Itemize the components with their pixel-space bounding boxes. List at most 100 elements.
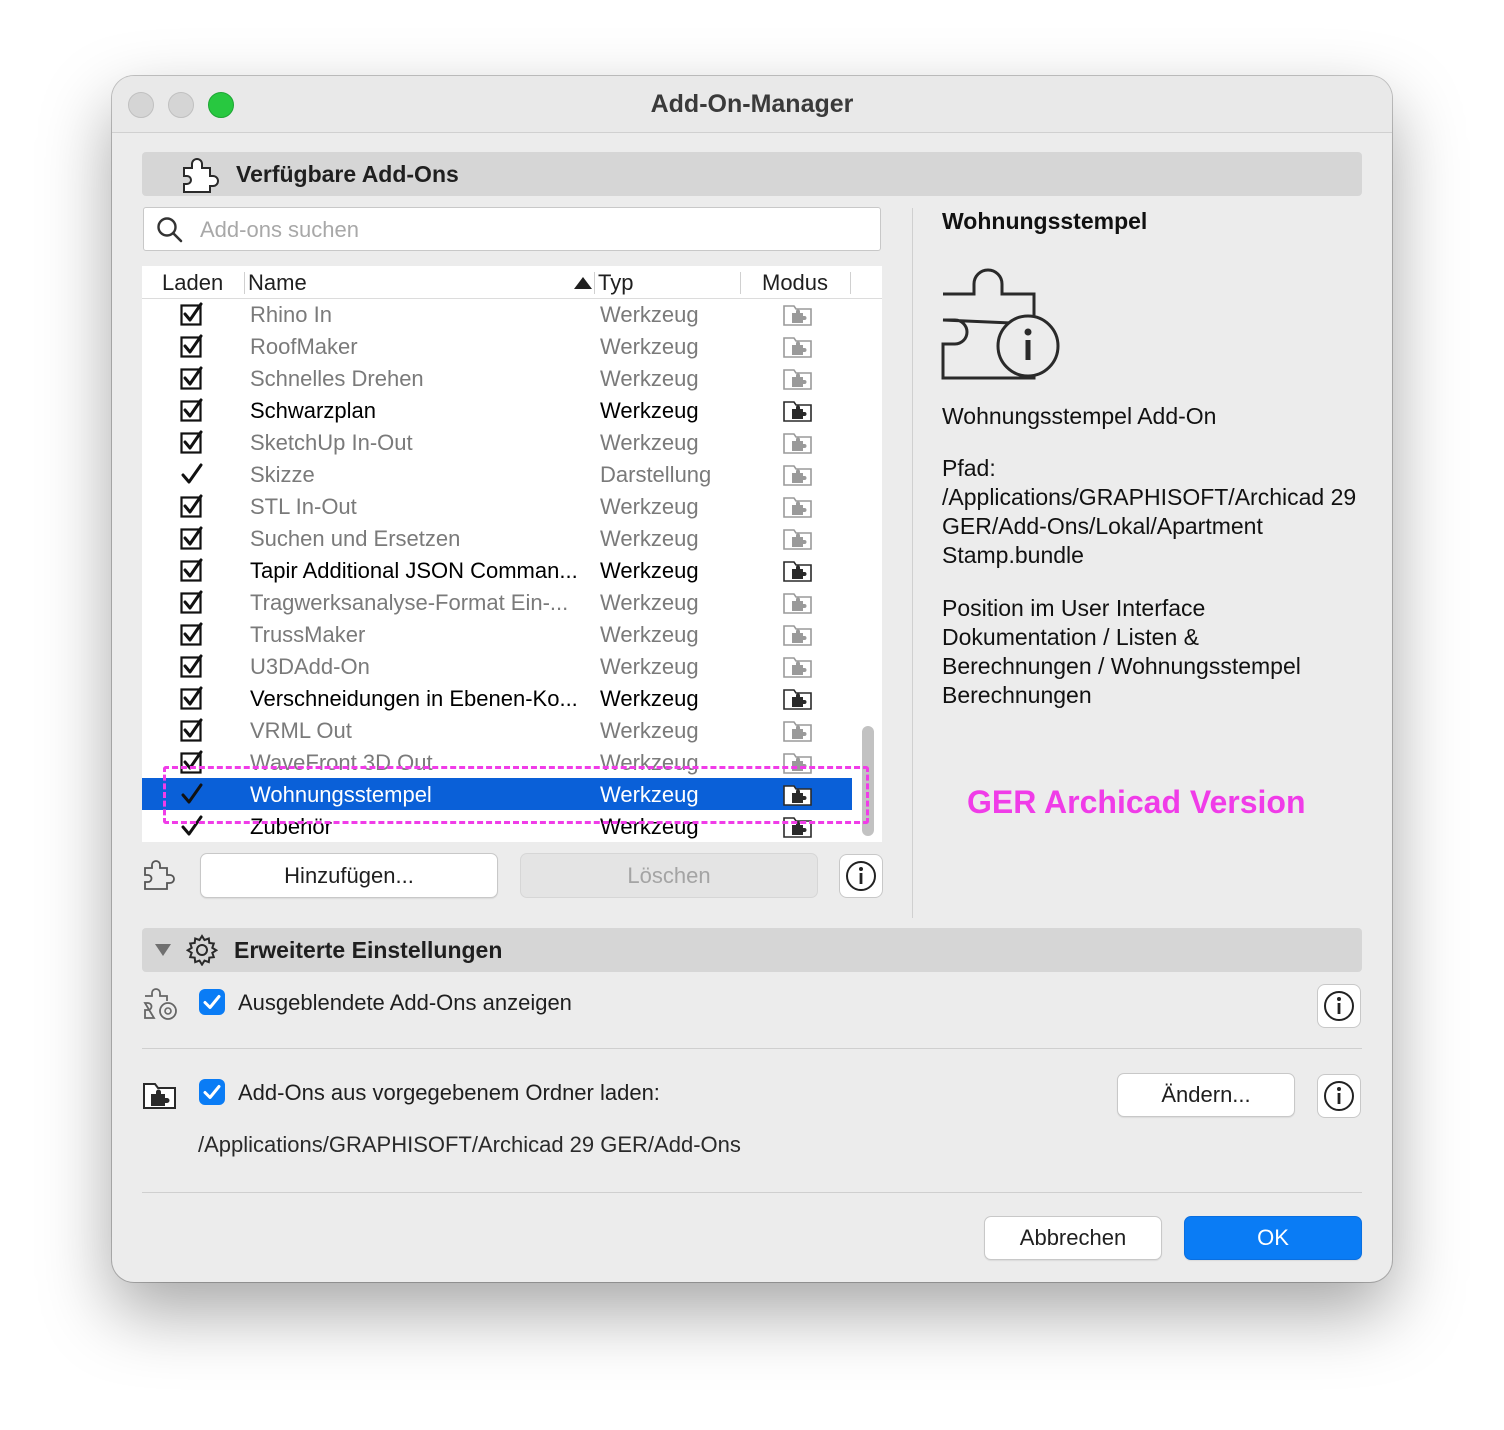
show-hidden-checkbox[interactable] (199, 989, 225, 1015)
info-icon (846, 861, 876, 891)
table-row[interactable]: SketchUp In-Out Werkzeug (142, 426, 852, 458)
mode-folder-icon (783, 304, 813, 331)
puzzle-gear-icon (142, 986, 180, 1027)
addon-name: U3DAdd-On (250, 654, 370, 679)
annotation-label: GER Archicad Version (967, 784, 1306, 820)
table-row[interactable]: STL In-Out Werkzeug (142, 490, 852, 522)
addon-type: Werkzeug (600, 622, 699, 647)
column-typ[interactable]: Typ (598, 270, 633, 296)
mode-folder-icon (783, 592, 813, 619)
add-on-manager-window: Add-On-Manager Verfügbare Add-Ons Add-on… (112, 76, 1392, 1282)
detail-description: Wohnungsstempel Add-On (942, 403, 1217, 429)
table-row[interactable]: U3DAdd-On Werkzeug (142, 650, 852, 682)
load-checkbox-icon[interactable] (180, 558, 204, 587)
addon-name: Schwarzplan (250, 398, 376, 423)
mode-folder-icon (783, 656, 813, 683)
load-checkbox-icon[interactable] (180, 430, 204, 459)
show-hidden-info-button[interactable] (1317, 984, 1361, 1028)
info-icon (1324, 991, 1354, 1021)
load-checkbox-icon[interactable] (180, 494, 204, 523)
addon-name: Verschneidungen in Ebenen-Ko... (250, 686, 578, 711)
addon-type: Werkzeug (600, 558, 699, 583)
load-checkbox-icon[interactable] (180, 366, 204, 395)
column-separator (740, 272, 741, 294)
table-row[interactable]: Skizze Darstellung (142, 458, 852, 490)
column-separator (594, 272, 595, 294)
available-addons-title: Verfügbare Add-Ons (236, 161, 459, 187)
load-folder-checkbox[interactable] (199, 1079, 225, 1105)
table-row[interactable]: Verschneidungen in Ebenen-Ko... Werkzeug (142, 682, 852, 714)
search-icon (156, 216, 184, 249)
addon-type: Werkzeug (600, 366, 699, 391)
table-row[interactable]: Schwarzplan Werkzeug (142, 394, 852, 426)
column-modus[interactable]: Modus (762, 270, 828, 296)
addon-type: Darstellung (600, 462, 712, 487)
table-row[interactable]: TrussMaker Werkzeug (142, 618, 852, 650)
search-input[interactable]: Add-ons suchen (143, 207, 881, 251)
change-folder-button[interactable]: Ändern... (1117, 1073, 1295, 1117)
add-button[interactable]: Hinzufügen... (200, 853, 498, 898)
load-checkbox-icon[interactable] (180, 398, 204, 427)
addon-type: Werkzeug (600, 302, 699, 327)
table-row[interactable]: Suchen und Ersetzen Werkzeug (142, 522, 852, 554)
addon-name: Skizze (250, 462, 315, 487)
load-checkbox-icon[interactable] (180, 302, 204, 331)
load-folder-label[interactable]: Add-Ons aus vorgegebenem Ordner laden: (238, 1080, 660, 1106)
addon-name: Tragwerksanalyse-Format Ein-... (250, 590, 569, 615)
load-checkbox-icon[interactable] (180, 654, 204, 683)
search-placeholder: Add-ons suchen (200, 217, 359, 242)
load-checkbox-icon[interactable] (180, 526, 204, 555)
table-row[interactable]: Tragwerksanalyse-Format Ein-... Werkzeug (142, 586, 852, 618)
delete-button[interactable]: Löschen (520, 853, 818, 898)
load-folder-info-button[interactable] (1317, 1074, 1361, 1118)
load-checkmark-icon[interactable] (180, 462, 204, 491)
puzzle-icon (180, 156, 222, 199)
addon-name: TrussMaker (250, 622, 366, 647)
load-checkbox-icon[interactable] (180, 334, 204, 363)
table-row[interactable]: VRML Out Werkzeug (142, 714, 852, 746)
table-row[interactable]: RoofMaker Werkzeug (142, 330, 852, 362)
addon-type: Werkzeug (600, 590, 699, 615)
mode-folder-icon (783, 432, 813, 459)
disclosure-triangle-icon[interactable] (154, 943, 172, 962)
addon-name: Rhino In (250, 302, 332, 327)
cancel-button[interactable]: Abbrechen (984, 1216, 1162, 1260)
addon-type: Werkzeug (600, 494, 699, 519)
advanced-settings-header[interactable]: Erweiterte Einstellungen (142, 928, 1362, 972)
addon-type: Werkzeug (600, 398, 699, 423)
load-checkbox-icon[interactable] (180, 718, 204, 747)
column-name[interactable]: Name (248, 270, 307, 296)
addon-name: Schnelles Drehen (250, 366, 424, 391)
mode-folder-icon (783, 688, 813, 715)
load-checkbox-icon[interactable] (180, 622, 204, 651)
highlight-annotation-box (163, 766, 869, 824)
mode-folder-icon (783, 496, 813, 523)
ok-button[interactable]: OK (1184, 1216, 1362, 1260)
sort-ascending-icon (574, 277, 592, 289)
mode-folder-icon (783, 464, 813, 491)
separator (142, 1048, 1362, 1049)
addon-name: SketchUp In-Out (250, 430, 413, 455)
table-row[interactable]: Schnelles Drehen Werkzeug (142, 362, 852, 394)
addons-table: Laden Name Typ Modus Rhino In Werkzeug Roo… (142, 266, 882, 842)
addon-name: Suchen und Ersetzen (250, 526, 461, 551)
puzzle-outline-icon (142, 858, 178, 897)
title-bar: Add-On-Manager (112, 76, 1392, 133)
column-laden[interactable]: Laden (162, 270, 223, 296)
table-row[interactable]: Rhino In Werkzeug (142, 298, 852, 330)
show-hidden-label[interactable]: Ausgeblendete Add-Ons anzeigen (238, 990, 572, 1016)
addon-type: Werkzeug (600, 430, 699, 455)
folder-path: /Applications/GRAPHISOFT/Archicad 29 GER… (198, 1132, 741, 1157)
detail-position-value: Dokumentation / Listen & Berechnungen / … (942, 624, 1301, 708)
mode-folder-icon (783, 720, 813, 747)
table-row[interactable]: Tapir Additional JSON Comman... Werkzeug (142, 554, 852, 586)
addon-type: Werkzeug (600, 718, 699, 743)
column-separator (244, 272, 245, 294)
detail-title: Wohnungsstempel (942, 208, 1148, 234)
load-checkbox-icon[interactable] (180, 590, 204, 619)
load-checkbox-icon[interactable] (180, 686, 204, 715)
checkmark-icon (203, 1085, 221, 1099)
info-button[interactable] (839, 854, 883, 898)
detail-path-label: Pfad: (942, 455, 996, 481)
available-addons-header: Verfügbare Add-Ons (142, 152, 1362, 196)
